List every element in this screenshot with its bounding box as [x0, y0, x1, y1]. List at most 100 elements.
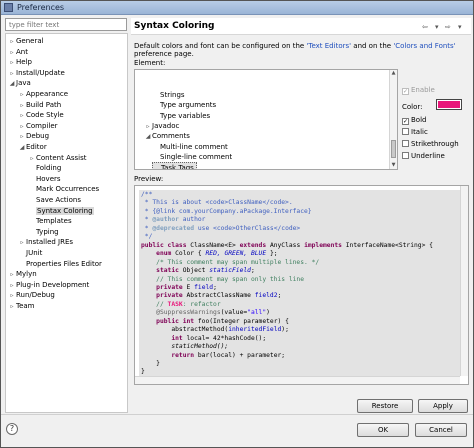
- apply-button[interactable]: Apply: [418, 399, 468, 413]
- expand-arrow-icon[interactable]: ▹: [18, 90, 26, 100]
- preference-tree[interactable]: ▹ General ▹ Ant ▹ Help ▹ Install/Update ◢ Java ▹ Ap…: [5, 33, 128, 413]
- tree-item[interactable]: ▹ Appearance: [18, 89, 68, 99]
- expand-arrow-icon[interactable]: ▹: [8, 270, 16, 280]
- forward-arrow-icon[interactable]: ⇨: [445, 23, 451, 31]
- tree-item[interactable]: ▹ Help: [8, 57, 31, 68]
- tree-item[interactable]: Templates: [28, 216, 72, 226]
- tree-item[interactable]: Save Actions: [28, 195, 81, 205]
- help-icon[interactable]: ?: [6, 423, 18, 435]
- expand-arrow-icon[interactable]: ▹: [8, 69, 16, 79]
- element-item[interactable]: Strings: [152, 90, 185, 100]
- filter-input[interactable]: [5, 18, 127, 31]
- tree-item[interactable]: Folding: [28, 163, 61, 173]
- expand-arrow-icon[interactable]: ▹: [18, 122, 26, 132]
- tree-item[interactable]: Mark Occurrences: [28, 184, 99, 194]
- expand-arrow-icon[interactable]: ▹: [28, 154, 36, 164]
- expand-arrow-icon[interactable]: ▹: [18, 101, 26, 111]
- strikethrough-checkbox[interactable]: Strikethrough: [402, 139, 459, 149]
- tree-item-label: Compiler: [26, 121, 58, 130]
- italic-checkbox[interactable]: Italic: [402, 127, 428, 137]
- tree-item[interactable]: Hovers: [28, 174, 61, 184]
- colors-fonts-link[interactable]: 'Colors and Fonts': [393, 42, 455, 50]
- code-token: *: [141, 224, 153, 232]
- left-pane: ▹General▹Ant▹Help▹Install/Update◢Java▹Ap…: [5, 18, 128, 414]
- bold-checkbox[interactable]: ✓ Bold: [402, 115, 426, 125]
- tree-item[interactable]: ◢ Java: [8, 78, 31, 88]
- scroll-up-icon[interactable]: ▲: [390, 70, 397, 77]
- code-token: field: [194, 283, 214, 291]
- tree-item[interactable]: Syntax Coloring: [28, 206, 94, 216]
- tree-item[interactable]: ▹ Debug: [18, 131, 49, 141]
- expand-arrow-icon[interactable]: ▹: [18, 111, 26, 121]
- code-token: (value=: [220, 309, 248, 317]
- tree-item[interactable]: ▹ Compiler: [18, 121, 58, 132]
- expand-arrow-icon[interactable]: ◢: [8, 79, 16, 89]
- code-token: TASK: [167, 300, 183, 308]
- code-line: * @deprecated use <code>OtherClass</code…: [141, 225, 300, 233]
- code-token: @SuppressWarnings: [156, 309, 221, 317]
- underline-checkbox[interactable]: Underline: [402, 151, 445, 161]
- back-arrow-icon[interactable]: ⇦: [422, 23, 428, 31]
- tree-item-label: Debug: [26, 132, 50, 141]
- tree-item[interactable]: ▹ Build Path: [18, 100, 61, 110]
- dropdown-arrow-icon[interactable]: ▾: [435, 23, 439, 31]
- expand-arrow-icon[interactable]: ▹: [8, 291, 16, 301]
- element-item[interactable]: ◢ Comments: [144, 131, 190, 141]
- element-item[interactable]: Multi-line comment: [152, 142, 228, 152]
- tree-item[interactable]: ▹ Content Assist: [28, 153, 86, 163]
- tree-item[interactable]: Properties Files Editor: [18, 259, 102, 269]
- element-item[interactable]: ▹ Javadoc: [144, 121, 179, 131]
- tree-item[interactable]: ▹ Run/Debug: [8, 290, 54, 301]
- expand-arrow-icon[interactable]: ▹: [8, 37, 16, 47]
- code-line: */: [141, 233, 153, 241]
- expand-arrow-icon[interactable]: ▹: [8, 281, 16, 291]
- text-editors-link[interactable]: 'Text Editors': [306, 42, 351, 50]
- color-picker-button[interactable]: [436, 99, 462, 110]
- element-scrollbar[interactable]: ▲ ▼: [389, 70, 397, 169]
- description-text-end: preference page.: [134, 50, 194, 58]
- title-bar[interactable]: Preferences: [1, 1, 473, 15]
- restore-defaults-button[interactable]: Restore Defaults: [357, 399, 413, 422]
- tree-item[interactable]: ▹ General: [8, 36, 43, 47]
- enable-checkbox[interactable]: ✓ Enable: [402, 85, 435, 95]
- expand-arrow-icon[interactable]: ◢: [18, 143, 26, 153]
- tree-item[interactable]: ▹ Team: [8, 301, 34, 312]
- element-item[interactable]: Task Tags: [152, 162, 197, 169]
- preview-horizontal-scrollbar[interactable]: [135, 376, 460, 384]
- tree-item[interactable]: ▹ Mylyn: [8, 269, 36, 280]
- ok-button[interactable]: OK: [357, 423, 409, 437]
- description-text-mid: and on the: [351, 42, 394, 50]
- element-item[interactable]: Type arguments: [152, 100, 216, 110]
- element-tree[interactable]: ▲ ▼ Strings Type arguments Type variables ▹…: [134, 69, 398, 170]
- tree-item[interactable]: ▹ Plug-in Development: [8, 280, 89, 290]
- code-line: enum Color { RED, GREEN, BLUE };: [141, 250, 277, 258]
- tree-item-label: Hovers: [36, 174, 61, 183]
- tree-item[interactable]: ▹ Code Style: [18, 110, 63, 121]
- strikethrough-label: Strikethrough: [411, 140, 459, 148]
- dropdown-arrow-icon-2[interactable]: ▾: [458, 23, 462, 31]
- scroll-thumb[interactable]: [391, 140, 396, 158]
- cancel-button[interactable]: Cancel: [415, 423, 467, 437]
- expand-arrow-icon[interactable]: ▹: [8, 48, 16, 58]
- expand-arrow-icon[interactable]: ▹: [8, 302, 16, 312]
- tree-item[interactable]: ▹ Ant: [8, 47, 28, 57]
- tree-item[interactable]: ▹ Install/Update: [8, 68, 64, 79]
- code-line: private E field;: [141, 284, 217, 292]
- code-token: }: [141, 368, 145, 376]
- scroll-down-icon[interactable]: ▼: [390, 162, 397, 169]
- tree-item[interactable]: ◢ Editor: [18, 142, 47, 152]
- tree-item[interactable]: Typing: [28, 227, 59, 237]
- element-item[interactable]: Single-line comment: [152, 152, 232, 162]
- tree-item[interactable]: ▹ Installed JREs: [18, 237, 73, 247]
- tree-item[interactable]: JUnit: [18, 248, 42, 258]
- preview-vertical-scrollbar[interactable]: [460, 186, 468, 376]
- preview-label: Preview:: [134, 175, 164, 183]
- code-token: foo(Integer parameter) {: [197, 317, 289, 325]
- expand-arrow-icon[interactable]: ▹: [18, 132, 26, 142]
- expand-arrow-icon[interactable]: ▹: [8, 58, 16, 68]
- code-line: // TASK: refactor: [141, 300, 220, 309]
- expand-arrow-icon[interactable]: ▹: [18, 238, 26, 248]
- expand-arrow-icon[interactable]: ◢: [144, 132, 152, 142]
- element-item[interactable]: Type variables: [152, 111, 210, 121]
